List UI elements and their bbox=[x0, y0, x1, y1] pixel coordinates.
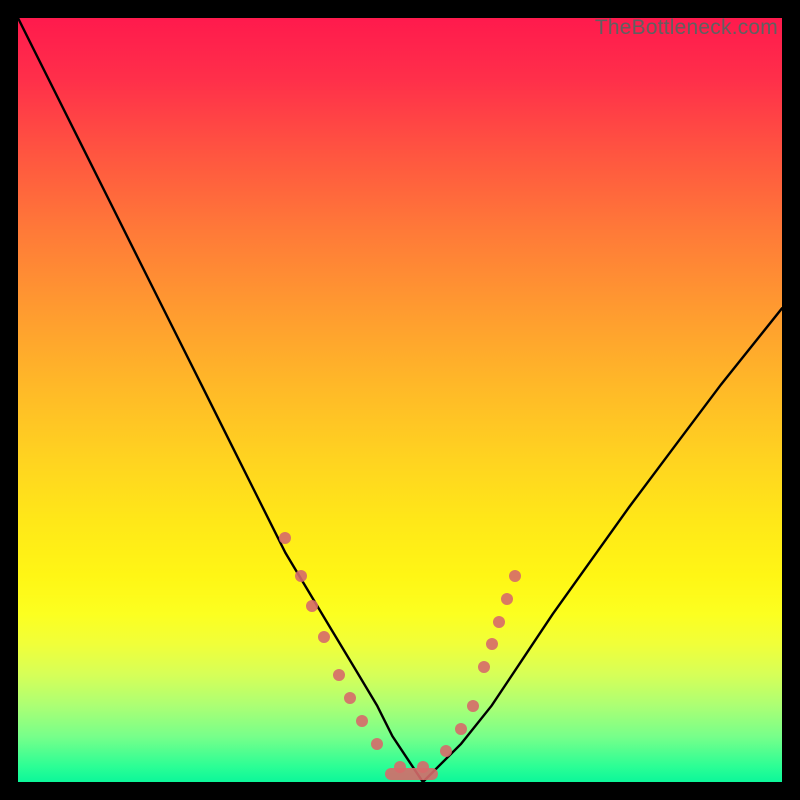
data-point bbox=[455, 723, 467, 735]
bottleneck-curve bbox=[18, 18, 782, 782]
curve-layer bbox=[18, 18, 782, 782]
data-point bbox=[295, 570, 307, 582]
data-point bbox=[279, 532, 291, 544]
data-point bbox=[501, 593, 513, 605]
data-point-cluster bbox=[385, 768, 438, 780]
data-point bbox=[318, 631, 330, 643]
watermark-text: TheBottleneck.com bbox=[595, 16, 778, 40]
plot-area: TheBottleneck.com bbox=[18, 18, 782, 782]
chart-frame: TheBottleneck.com bbox=[0, 0, 800, 800]
data-point bbox=[493, 616, 505, 628]
data-point bbox=[467, 700, 479, 712]
data-point bbox=[356, 715, 368, 727]
data-point bbox=[333, 669, 345, 681]
data-point bbox=[371, 738, 383, 750]
data-point bbox=[509, 570, 521, 582]
